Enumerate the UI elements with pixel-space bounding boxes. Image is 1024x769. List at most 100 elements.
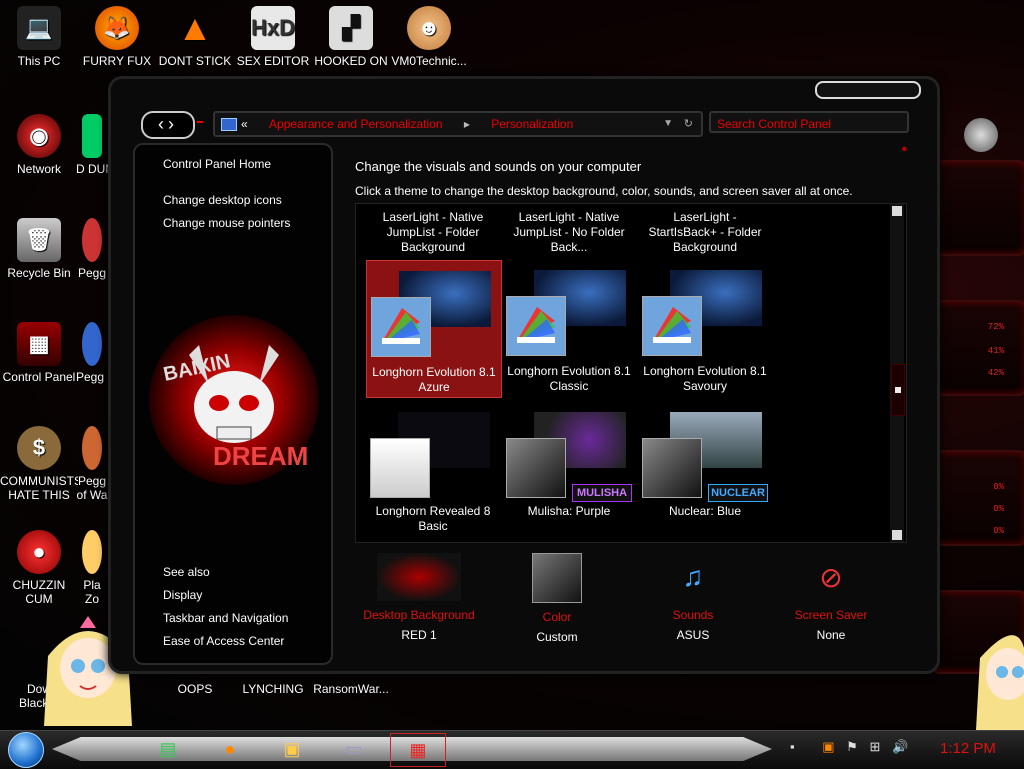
chuzzle-icon: ● xyxy=(17,530,61,574)
refresh-icon[interactable]: ↻ xyxy=(684,113,693,135)
desktop-icon-chuzzin[interactable]: ● CHUZZIN CUM xyxy=(0,530,78,606)
sidebar-link-mouse-pointers[interactable]: Change mouse pointers xyxy=(163,216,290,230)
theme-tile[interactable]: LaserLight - StartIsBack+ - Folder Backg… xyxy=(638,210,772,255)
theme-gallery-scrollbar[interactable] xyxy=(890,204,905,542)
sidebar-link-taskbar[interactable]: Taskbar and Navigation xyxy=(163,611,288,625)
theme-tile[interactable]: MULISHA Mulisha: Purple xyxy=(502,404,636,534)
start-button[interactable] xyxy=(8,732,44,768)
breadcrumb-personalization[interactable]: Personalization xyxy=(491,117,573,131)
desktop-background-setting[interactable]: Desktop Background RED 1 xyxy=(359,553,479,645)
desktop-icon-label: D DUM xyxy=(76,162,108,176)
sounds-setting[interactable]: ♫ Sounds ASUS xyxy=(633,553,753,645)
action-center-icon[interactable]: ⚑ xyxy=(846,739,858,754)
desktop-icon-communists[interactable]: $ COMMUNISTS HATE THIS G... xyxy=(0,426,78,502)
color-swatch xyxy=(370,438,430,498)
color-swatch xyxy=(506,438,566,498)
desktop-icon-partial[interactable]: Pegg of Wa xyxy=(76,426,108,502)
theme-tile[interactable]: Longhorn Evolution 8.1 Savoury xyxy=(638,260,772,396)
desktop-icon-dont-stick[interactable]: ▲ DONT STICK xyxy=(156,6,234,68)
desktop-icon-partial[interactable]: Pegg xyxy=(76,218,108,280)
theme-tile[interactable]: Longhorn Evolution 8.1 Classic xyxy=(502,260,636,396)
theme-gallery: LaserLight - Native JumpList - Folder Ba… xyxy=(355,203,907,543)
back-forward-buttons[interactable]: ‹› xyxy=(141,111,195,139)
recent-pages-dot-icon[interactable] xyxy=(197,121,203,123)
address-bar[interactable]: « Appearance and Personalization ▸ Perso… xyxy=(213,111,703,137)
theme-tile[interactable]: LaserLight - Native JumpList - No Folder… xyxy=(502,210,636,255)
breadcrumb-appearance[interactable]: Appearance and Personalization xyxy=(269,117,442,131)
chevron-down-icon[interactable]: ▼ xyxy=(663,113,673,135)
desktop-icon-this-pc[interactable]: 💻 This PC xyxy=(0,6,78,68)
desktop-icon-control-panel[interactable]: ▦ Control Panel xyxy=(0,322,78,384)
desktop-icon-vm0technic[interactable]: ☻ VM0Technic... xyxy=(390,6,468,68)
game-icon xyxy=(82,530,102,574)
chat-icon[interactable]: ▤ xyxy=(146,733,190,765)
show-hidden-icon[interactable]: ▪ xyxy=(790,739,795,754)
system-tray: ▪ ▣ ⚑ ⊞ 🔊 xyxy=(790,739,908,755)
firefox-icon[interactable]: ● xyxy=(208,733,252,765)
window-controls-icon[interactable] xyxy=(815,81,921,99)
desktop-icon-partial[interactable]: Pla Zo xyxy=(76,530,108,606)
desktop-icon-furry-fux[interactable]: 🦊 FURRY FUX xyxy=(78,6,156,68)
desktop-icon-hooked-on[interactable]: ▞ HOOKED ON xyxy=(312,6,390,68)
desktop-rig-widget: 72% 41% 42% 0% 0% 0% xyxy=(930,90,1024,710)
sidebar-link-ease-of-access[interactable]: Ease of Access Center xyxy=(163,634,284,648)
scrollbar-thumb[interactable] xyxy=(891,364,905,416)
volume-icon[interactable]: 🔊 xyxy=(892,739,908,754)
cartoon-character-image xyxy=(976,618,1024,730)
desktop-icon-lynching[interactable]: LYNCHING xyxy=(234,682,312,696)
rig-readout: 0% xyxy=(993,482,1004,492)
desktop-icon-oops[interactable]: OOPS xyxy=(156,682,234,696)
network-icon[interactable]: ⊞ xyxy=(869,739,880,754)
hxd-icon: HxD xyxy=(251,6,295,50)
see-also-heading: See also xyxy=(163,565,210,579)
breadcrumb-overflow[interactable]: « xyxy=(241,117,248,131)
desktop-icon-recycle-bin[interactable]: 🗑 Recycle Bin xyxy=(0,218,78,280)
window-icon[interactable]: ▭ xyxy=(332,733,376,765)
setting-value: Custom xyxy=(536,630,578,644)
desktop-icon-partial[interactable]: D DUM xyxy=(76,114,108,176)
desktop-icon-label: LYNCHING xyxy=(242,682,304,696)
rig-readout: 41% xyxy=(987,346,1004,356)
setting-title[interactable]: Screen Saver xyxy=(771,605,891,625)
clock[interactable]: 1:12 PM xyxy=(940,740,996,757)
window-titlebar[interactable] xyxy=(111,79,937,109)
color-palette-icon xyxy=(371,297,431,357)
desktop-icon-label: Pegg xyxy=(77,266,107,280)
file-icon xyxy=(82,114,102,158)
sidebar-link-desktop-icons[interactable]: Change desktop icons xyxy=(163,193,282,207)
desktop-icon-sex-editor[interactable]: HxD SEX EDITOR xyxy=(234,6,312,68)
scroll-down-icon[interactable] xyxy=(892,530,902,540)
back-arrow-icon[interactable]: ‹ xyxy=(158,114,168,134)
desktop-icon-label: RansomWar... xyxy=(313,682,389,696)
desktop-icon-network[interactable]: ◉ Network xyxy=(0,114,78,176)
game-icon xyxy=(82,322,102,366)
screen-saver-setting[interactable]: ⊘ Screen Saver None xyxy=(771,553,891,645)
search-input[interactable]: Search Control Panel xyxy=(709,111,909,133)
notification-icon[interactable]: ▣ xyxy=(822,739,834,754)
theme-tile[interactable]: LaserLight - Native JumpList - Folder Ba… xyxy=(366,210,500,255)
theme-tile[interactable]: NUCLEAR Nuclear: Blue xyxy=(638,404,772,534)
color-setting[interactable]: Color Custom xyxy=(497,553,617,647)
sounds-icon: ♫ xyxy=(682,561,704,592)
sidebar-link-display[interactable]: Display xyxy=(163,588,202,602)
setting-title[interactable]: Sounds xyxy=(633,605,753,625)
file-explorer-icon[interactable]: ▣ xyxy=(270,733,314,765)
scroll-up-icon[interactable] xyxy=(892,206,902,216)
forward-arrow-icon[interactable]: › xyxy=(168,114,178,134)
vlc-icon: ▲ xyxy=(177,7,213,48)
skull-logo-image: BAIXIN DREAM xyxy=(149,315,319,485)
breadcrumb-separator-icon[interactable]: ▸ xyxy=(464,117,470,131)
theme-name: LaserLight - Native JumpList - No Folder… xyxy=(513,210,625,254)
logo-text: DREAM xyxy=(213,441,308,471)
this-pc-icon: 💻 xyxy=(17,6,61,50)
sidebar-link-control-panel-home[interactable]: Control Panel Home xyxy=(163,157,271,171)
setting-title[interactable]: Desktop Background xyxy=(359,605,479,625)
theme-tile-selected[interactable]: Longhorn Evolution 8.1 Azure xyxy=(366,260,502,398)
desktop-icon-partial[interactable]: Pegg D xyxy=(76,322,108,384)
desktop-icon-ransomware[interactable]: RansomWar... xyxy=(312,682,390,696)
control-panel-icon[interactable]: ▦ xyxy=(390,733,446,767)
theme-name: LaserLight - StartIsBack+ - Folder Backg… xyxy=(648,210,762,254)
setting-title[interactable]: Color xyxy=(497,607,617,627)
color-swatch xyxy=(642,438,702,498)
theme-tile[interactable]: Longhorn Revealed 8 Basic xyxy=(366,404,500,534)
